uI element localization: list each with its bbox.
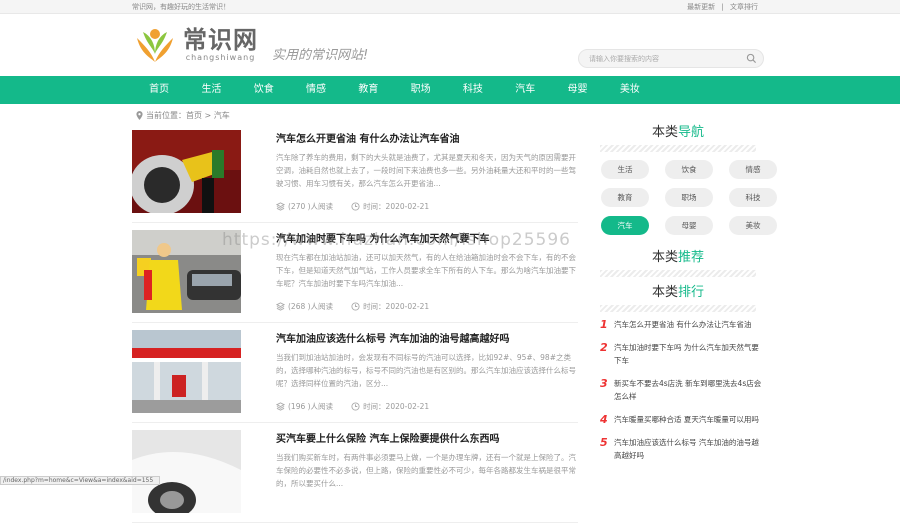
- rank-number: 5: [600, 436, 608, 449]
- rank-list: 1 汽车怎么开更省油 有什么办法让汽车省油 2 汽车加油时要下车吗 为什么汽车加天然…: [590, 312, 766, 462]
- article-meta: (268 )人阅读 时间：2020-02-21: [276, 301, 429, 312]
- rank-text[interactable]: 汽车怎么开更省油 有什么办法让汽车省油: [614, 318, 751, 331]
- watermark: https://www.huzhan.com/ishop25596: [222, 230, 571, 250]
- rank-text[interactable]: 汽车加油时要下车吗 为什么汽车加天然气要下车: [614, 341, 766, 367]
- article-time: 时间：2020-02-21: [363, 202, 430, 211]
- rank-number: 3: [600, 377, 608, 390]
- main-nav: 首页 生活 饮食 情感 教育 职场 科技 汽车 母婴 美妆: [0, 76, 900, 104]
- nav-item-food[interactable]: 饮食: [238, 76, 290, 104]
- article-title[interactable]: 汽车怎么开更省油 有什么办法让汽车省油: [276, 130, 459, 145]
- search-placeholder: 请输入你要搜索的内容: [589, 55, 659, 63]
- article-time: 时间：2020-02-21: [363, 302, 430, 311]
- sidebar-rank-title: 本类排行: [651, 285, 705, 300]
- tag-education[interactable]: 教育: [601, 188, 649, 207]
- article-meta: (270 )人阅读 时间：2020-02-21: [276, 201, 429, 212]
- tag-food[interactable]: 饮食: [665, 160, 713, 179]
- top-links: 最新更新 | 文章排行: [687, 2, 758, 11]
- logo-pinyin: changshiwang: [185, 52, 256, 62]
- article-item: 汽车怎么开更省油 有什么办法让汽车省油 汽车除了养车的费用，剩下的大头就是油费了…: [132, 123, 578, 223]
- clock-icon: [351, 302, 360, 311]
- rank-number: 2: [600, 341, 608, 354]
- article-thumbnail-sinopec-station[interactable]: [132, 330, 241, 413]
- sidebar: 本类导航 生活 饮食 情感 教育 职场 科技 汽车 母婴 美妆 本类推荐 本类排…: [590, 123, 777, 472]
- clock-icon: [351, 202, 360, 211]
- location-pin-icon: [136, 111, 143, 120]
- views-icon: [276, 202, 285, 211]
- rank-item[interactable]: 1 汽车怎么开更省油 有什么办法让汽车省油: [600, 318, 766, 331]
- tag-tech[interactable]: 科技: [729, 188, 777, 207]
- tag-life[interactable]: 生活: [601, 160, 649, 179]
- rank-number: 4: [600, 413, 608, 426]
- section-divider: [600, 145, 756, 152]
- rank-item[interactable]: 2 汽车加油时要下车吗 为什么汽车加天然气要下车: [600, 341, 766, 367]
- nav-item-life[interactable]: 生活: [185, 76, 237, 104]
- article-summary: 现在汽车都在加油站加油，还可以加天然气，有的人在给油箱加油时会不会下车，有的不会…: [276, 253, 576, 288]
- breadcrumb: 当前位置： 首页 > 汽车: [136, 110, 230, 121]
- article-summary: 汽车除了养车的费用，剩下的大头就是油费了，尤其是夏天和冬天，因为天气的原因需要开…: [276, 153, 576, 188]
- article-summary: 当我们购买新车时，有两件事必须要马上做，一个是办理车牌，还有一个就是上保险了。汽…: [276, 453, 576, 488]
- article-title[interactable]: 汽车加油应该选什么标号 汽车加油的油号越高越好吗: [276, 330, 509, 345]
- search-input[interactable]: 请输入你要搜索的内容: [578, 49, 764, 68]
- views-icon: [276, 302, 285, 311]
- nav-item-education[interactable]: 教育: [342, 76, 394, 104]
- top-bar: 常识网，有趣好玩的生活常识！ 最新更新 | 文章排行: [0, 0, 900, 14]
- site-logo[interactable]: 常识网 changshiwang: [133, 24, 258, 64]
- section-divider: [600, 270, 756, 277]
- article-thumbnail-fuel-nozzle[interactable]: [132, 130, 241, 213]
- breadcrumb-path[interactable]: 首页 > 汽车: [186, 110, 230, 121]
- sidebar-nav-title: 本类导航: [651, 125, 705, 140]
- article-time: 时间：2020-02-21: [363, 402, 430, 411]
- logo-icon: [133, 24, 177, 64]
- rank-text[interactable]: 汽车加油应该选什么标号 汽车加油的油号越高越好吗: [614, 436, 766, 462]
- rank-number: 1: [600, 318, 608, 331]
- article-views: (196 )人阅读: [288, 402, 334, 411]
- views-icon: [276, 402, 285, 411]
- clock-icon: [351, 402, 360, 411]
- tag-baby[interactable]: 母婴: [665, 216, 713, 235]
- tag-emotion[interactable]: 情感: [729, 160, 777, 179]
- breadcrumb-label: 当前位置：: [146, 111, 186, 120]
- browser-status-bar: /index.php?m=home&c=View&a=index&aid=155: [0, 476, 160, 485]
- rank-text[interactable]: 新买车不要去4s店洗 新车到哪里洗去4s店会怎么样: [614, 377, 766, 403]
- site-header: 常识网 changshiwang 实用的常识网站! 请输入你要搜索的内容: [0, 14, 900, 76]
- article-summary: 当我们到加油站加油时，会发现有不同标号的汽油可以选择，比如92#、95#、98#…: [276, 353, 576, 388]
- nav-item-home[interactable]: 首页: [133, 76, 185, 104]
- nav-item-emotion[interactable]: 情感: [290, 76, 342, 104]
- search-icon[interactable]: [746, 53, 757, 64]
- nav-item-career[interactable]: 职场: [394, 76, 446, 104]
- rank-item[interactable]: 4 汽车暖量买哪种合适 夏天汽车暖量可以用吗: [600, 413, 766, 426]
- article-thumbnail-white-car[interactable]: [132, 430, 241, 513]
- site-slogan: 实用的常识网站!: [272, 48, 369, 63]
- rank-item[interactable]: 3 新买车不要去4s店洗 新车到哪里洗去4s店会怎么样: [600, 377, 766, 403]
- article-meta: (196 )人阅读 时间：2020-02-21: [276, 401, 429, 412]
- nav-item-baby[interactable]: 母婴: [551, 76, 603, 104]
- top-link-ranking[interactable]: 文章排行: [730, 3, 758, 11]
- article-title[interactable]: 买汽车要上什么保险 汽车上保险要提供什么东西吗: [276, 430, 499, 445]
- top-welcome-text: 常识网，有趣好玩的生活常识！: [132, 2, 230, 11]
- rank-item[interactable]: 5 汽车加油应该选什么标号 汽车加油的油号越高越好吗: [600, 436, 766, 462]
- tag-car[interactable]: 汽车: [601, 216, 649, 235]
- top-link-latest[interactable]: 最新更新: [687, 3, 715, 11]
- tag-beauty[interactable]: 美妆: [729, 216, 777, 235]
- tag-career[interactable]: 职场: [665, 188, 713, 207]
- article-list: 汽车怎么开更省油 有什么办法让汽车省油 汽车除了养车的费用，剩下的大头就是油费了…: [132, 123, 578, 523]
- rank-text[interactable]: 汽车暖量买哪种合适 夏天汽车暖量可以用吗: [614, 413, 759, 426]
- article-item: 汽车加油应该选什么标号 汽车加油的油号越高越好吗 当我们到加油站加油时，会发现有…: [132, 323, 578, 423]
- section-divider: [600, 305, 756, 312]
- sidebar-recommend-title: 本类推荐: [651, 250, 705, 265]
- nav-item-car[interactable]: 汽车: [499, 76, 551, 104]
- article-views: (270 )人阅读: [288, 202, 334, 211]
- article-item: 买汽车要上什么保险 汽车上保险要提供什么东西吗 当我们购买新车时，有两件事必须要…: [132, 423, 578, 523]
- category-tags: 生活 饮食 情感 教育 职场 科技 汽车 母婴 美妆: [590, 152, 777, 235]
- article-views: (268 )人阅读: [288, 302, 334, 311]
- logo-name: 常识网: [183, 25, 258, 54]
- nav-item-tech[interactable]: 科技: [447, 76, 499, 104]
- nav-item-beauty[interactable]: 美妆: [604, 76, 656, 104]
